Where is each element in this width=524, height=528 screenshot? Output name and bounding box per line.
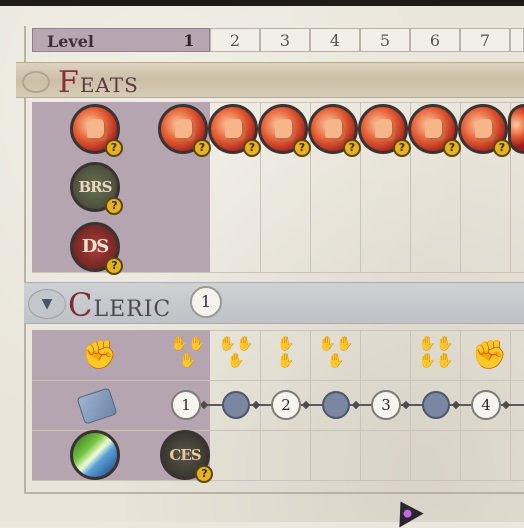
ability-fist-icon: ✊: [82, 338, 117, 371]
fist-feat-level-4-icon[interactable]: ?: [308, 104, 361, 157]
ces-feat-icon[interactable]: CES ?: [160, 430, 213, 483]
ds-feat-icon[interactable]: DS ?: [70, 222, 123, 275]
help-icon[interactable]: ?: [293, 139, 311, 157]
spell-slot-node[interactable]: [422, 391, 450, 419]
top-edge-bar: [0, 0, 524, 6]
fist-feat-level-3-icon[interactable]: ?: [258, 104, 311, 157]
feats-section-banner[interactable]: FEATS: [16, 62, 524, 100]
spell-slot-node[interactable]: [222, 391, 250, 419]
cleric-level-badge: 1: [190, 286, 222, 318]
help-icon[interactable]: ?: [393, 139, 411, 157]
fist-feat-level-8-icon[interactable]: [508, 104, 524, 154]
level-label-cell: Level 1: [32, 28, 210, 52]
help-icon[interactable]: ?: [105, 257, 123, 275]
spell-level-3-node[interactable]: 3: [371, 390, 401, 420]
spell-level-1-node[interactable]: 1: [171, 390, 201, 420]
ability-icons-level-1[interactable]: ✋✋ ✋: [168, 336, 208, 376]
cleric-grid-bottom: [32, 480, 524, 481]
level-label: Level: [47, 32, 94, 51]
level-2-header[interactable]: 2: [210, 28, 260, 52]
help-icon[interactable]: ?: [105, 139, 123, 157]
frame-border-bottom: [24, 492, 524, 494]
ability-fist-level-7-icon[interactable]: ✊: [472, 340, 507, 370]
level-5-header[interactable]: 5: [360, 28, 410, 52]
collapse-chevron-icon[interactable]: ▼: [28, 289, 66, 319]
fist-feat-icon[interactable]: ?: [70, 104, 123, 157]
ability-icons-level-3[interactable]: ✋ ✋: [266, 336, 306, 376]
help-icon[interactable]: ?: [243, 139, 261, 157]
ability-icons-level-4[interactable]: ✋✋ ✋: [316, 336, 356, 376]
brs-feat-icon[interactable]: BRS ?: [70, 162, 123, 215]
feats-ornament-icon: [22, 71, 50, 93]
level-6-header[interactable]: 6: [410, 28, 460, 52]
level-7-header[interactable]: 7: [460, 28, 510, 52]
spell-level-2-node[interactable]: 2: [271, 390, 301, 420]
lightning-domain-icon[interactable]: [70, 430, 120, 480]
fist-feat-level-1-icon[interactable]: ?: [158, 104, 211, 157]
cleric-grid-row-divider: [32, 430, 524, 431]
spell-level-4-node[interactable]: 4: [471, 390, 501, 420]
fist-feat-level-2-icon[interactable]: ?: [208, 104, 261, 157]
level-3-header[interactable]: 3: [260, 28, 310, 52]
feats-grid-bottom: [32, 272, 524, 273]
cleric-grid-row-divider: [32, 380, 524, 381]
spell-slot-node[interactable]: [322, 391, 350, 419]
level-4-header[interactable]: 4: [310, 28, 360, 52]
fist-feat-level-7-icon[interactable]: ?: [458, 104, 511, 157]
fist-feat-level-5-icon[interactable]: ?: [358, 104, 411, 157]
level-header-row: Level 1 2 3 4 5 6 7: [32, 28, 524, 52]
feats-grid-top: [210, 102, 524, 103]
cleric-section-title: CLERIC: [68, 286, 172, 324]
help-icon[interactable]: ?: [193, 139, 211, 157]
level-1-header[interactable]: 1: [169, 29, 209, 53]
cleric-grid-top: [210, 330, 524, 331]
help-icon[interactable]: ?: [343, 139, 361, 157]
help-icon[interactable]: ?: [105, 197, 123, 215]
feats-section-title: FEATS: [58, 65, 139, 100]
cleric-section-banner[interactable]: ▼ CLERIC 1: [24, 282, 524, 324]
fist-feat-level-6-icon[interactable]: ?: [408, 104, 461, 157]
help-icon[interactable]: ?: [443, 139, 461, 157]
level-8-header-partial[interactable]: [510, 28, 524, 52]
ability-icons-level-2[interactable]: ✋✋ ✋: [216, 336, 256, 376]
help-icon[interactable]: ?: [195, 465, 213, 483]
ability-icons-level-6[interactable]: ✋✋ ✋✋: [416, 336, 456, 376]
